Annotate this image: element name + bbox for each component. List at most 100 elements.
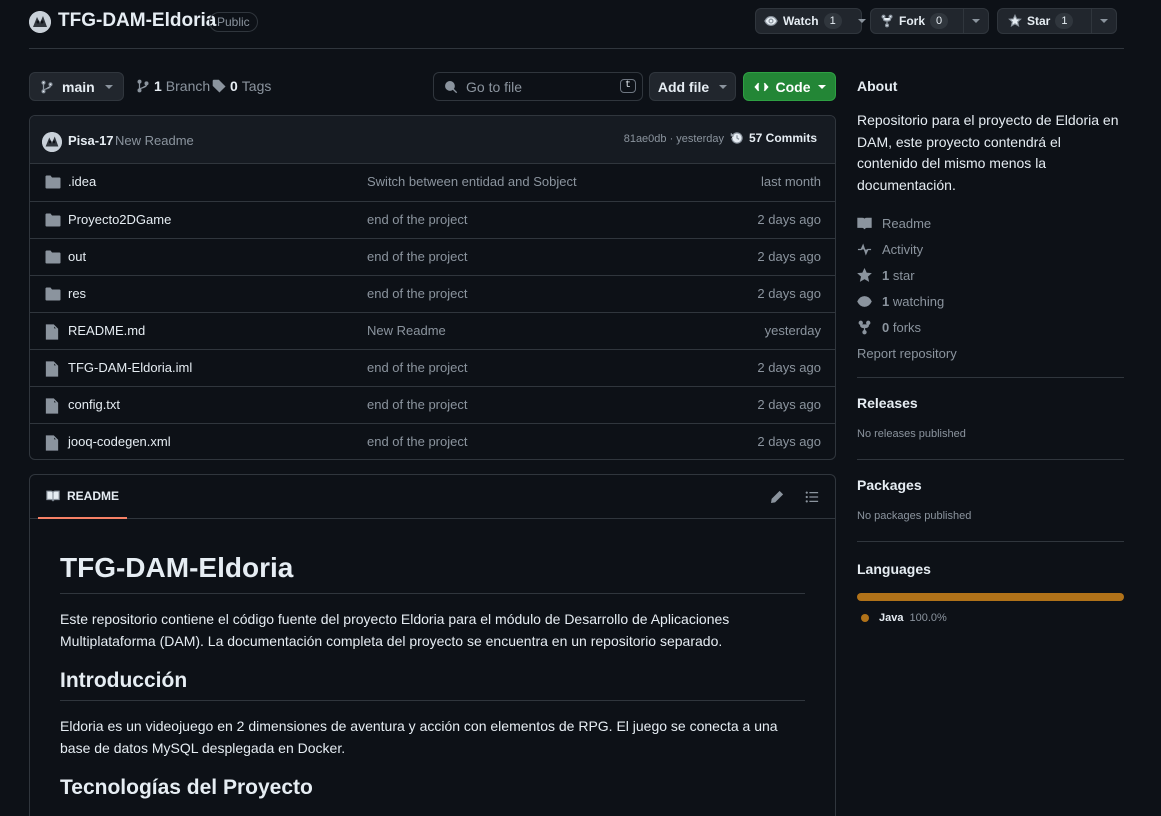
book-icon bbox=[857, 216, 872, 231]
report-repository-link[interactable]: Report repository bbox=[857, 340, 1124, 366]
file-icon bbox=[45, 361, 59, 377]
commits-link[interactable]: 57 Commits bbox=[730, 131, 817, 145]
owner-avatar[interactable] bbox=[29, 11, 51, 33]
file-name[interactable]: out bbox=[68, 249, 86, 264]
star-icon bbox=[857, 267, 872, 283]
watch-button[interactable]: Watch 1 bbox=[755, 8, 866, 34]
folder-icon bbox=[45, 250, 61, 264]
file-row[interactable]: jooq-codegen.xml end of the project 2 days… bbox=[30, 423, 835, 459]
tab-readme[interactable]: README bbox=[38, 475, 128, 519]
file-commit-message[interactable]: end of the project bbox=[367, 286, 467, 301]
file-commit-date: 2 days ago bbox=[757, 212, 821, 227]
branches-link[interactable]: 1 Branch bbox=[136, 78, 210, 94]
file-commit-date: 2 days ago bbox=[757, 360, 821, 375]
packages-heading[interactable]: Packages bbox=[857, 477, 1124, 493]
readme-title: TFG-DAM-Eldoria bbox=[60, 551, 805, 594]
author-avatar[interactable] bbox=[42, 132, 62, 152]
releases-empty-text: No releases published bbox=[857, 428, 966, 440]
chevron-down-icon bbox=[719, 84, 728, 89]
readme-link[interactable]: Readme bbox=[857, 210, 1124, 236]
file-name[interactable]: Proyecto2DGame bbox=[68, 212, 171, 227]
file-name[interactable]: README.md bbox=[68, 323, 145, 338]
activity-link[interactable]: Activity bbox=[857, 236, 1124, 262]
file-commit-message[interactable]: end of the project bbox=[367, 360, 467, 375]
releases-heading[interactable]: Releases bbox=[857, 395, 1124, 411]
readme-tab-label: README bbox=[67, 489, 120, 503]
file-commit-message[interactable]: end of the project bbox=[367, 249, 467, 264]
language-java[interactable]: Java 100.0% bbox=[857, 612, 1124, 624]
repo-sidebar: About Repositorio para el proyecto de El… bbox=[857, 78, 1124, 624]
file-name[interactable]: jooq-codegen.xml bbox=[68, 434, 171, 449]
file-name[interactable]: res bbox=[68, 286, 86, 301]
file-commit-message[interactable]: end of the project bbox=[367, 397, 467, 412]
file-commit-message[interactable]: end of the project bbox=[367, 434, 467, 449]
code-label: Code bbox=[775, 78, 811, 95]
file-name[interactable]: config.txt bbox=[68, 397, 120, 412]
file-list: .idea Switch between entidad and Sobject l… bbox=[30, 164, 835, 459]
readme-link-label: Readme bbox=[882, 215, 932, 231]
file-row[interactable]: .idea Switch between entidad and Sobject l… bbox=[30, 164, 835, 201]
stars-label: star bbox=[892, 267, 915, 283]
forks-link[interactable]: 0 forks bbox=[857, 314, 1124, 340]
file-commit-date: yesterday bbox=[764, 323, 821, 338]
commit-author[interactable]: Pisa-17 bbox=[68, 133, 114, 148]
chevron-down-icon bbox=[817, 84, 826, 89]
stars-link[interactable]: 1 star bbox=[857, 262, 1124, 288]
chevron-down-icon bbox=[1100, 19, 1108, 23]
file-commit-message[interactable]: end of the project bbox=[367, 212, 467, 227]
list-outline-icon[interactable] bbox=[805, 490, 819, 504]
watching-link[interactable]: 1 watching bbox=[857, 288, 1124, 314]
file-commit-message[interactable]: New Readme bbox=[367, 323, 446, 338]
chevron-down-icon bbox=[857, 19, 866, 23]
pulse-icon bbox=[857, 242, 872, 257]
java-color-dot bbox=[861, 614, 869, 622]
go-to-file-search[interactable]: t bbox=[433, 72, 643, 101]
file-row[interactable]: config.txt end of the project 2 days ago bbox=[30, 386, 835, 423]
folder-icon bbox=[45, 175, 61, 189]
language-name: Java bbox=[879, 612, 904, 624]
repo-name[interactable]: TFG-DAM-Eldoria bbox=[58, 10, 216, 32]
star-button[interactable]: Star 1 bbox=[997, 8, 1117, 34]
languages-section: Languages Java 100.0% bbox=[857, 541, 1124, 624]
branch-selector[interactable]: main bbox=[29, 72, 124, 101]
branch-icon bbox=[136, 79, 150, 93]
releases-section: Releases No releases published bbox=[857, 377, 1124, 459]
star-icon bbox=[1008, 14, 1022, 28]
file-row[interactable]: out end of the project 2 days ago bbox=[30, 238, 835, 275]
fork-count: 0 bbox=[930, 13, 949, 29]
fork-dropdown[interactable] bbox=[964, 9, 988, 33]
file-row[interactable]: res end of the project 2 days ago bbox=[30, 275, 835, 312]
commit-hash-time[interactable]: 81ae0db · yesterday bbox=[624, 133, 724, 145]
commits-label: 57 Commits bbox=[748, 131, 817, 145]
file-name[interactable]: TFG-DAM-Eldoria.iml bbox=[68, 360, 192, 375]
file-name[interactable]: .idea bbox=[68, 174, 96, 189]
file-row[interactable]: TFG-DAM-Eldoria.iml end of the project 2 d… bbox=[30, 349, 835, 386]
report-repository-label: Report repository bbox=[857, 345, 957, 361]
file-row[interactable]: README.md New Readme yesterday bbox=[30, 312, 835, 349]
star-label: Star bbox=[1027, 14, 1051, 28]
star-count: 1 bbox=[1055, 13, 1074, 29]
add-file-button[interactable]: Add file bbox=[649, 72, 736, 101]
add-file-label: Add file bbox=[657, 78, 710, 95]
readme-intro-paragraph: Este repositorio contiene el código fuen… bbox=[60, 611, 730, 649]
readme-heading-introduccion: Introducción bbox=[60, 668, 805, 701]
star-dropdown[interactable] bbox=[1092, 9, 1116, 33]
fork-icon bbox=[880, 14, 894, 28]
file-commit-date: 2 days ago bbox=[757, 434, 821, 449]
branch-icon bbox=[40, 80, 54, 94]
history-icon bbox=[730, 131, 744, 145]
fork-button[interactable]: Fork 0 bbox=[870, 8, 989, 34]
go-to-file-input[interactable] bbox=[466, 78, 606, 95]
file-commit-message[interactable]: Switch between entidad and Sobject bbox=[367, 174, 577, 189]
packages-empty-text: No packages published bbox=[857, 510, 972, 522]
language-percent: 100.0% bbox=[909, 612, 947, 624]
commit-message[interactable]: New Readme bbox=[115, 133, 194, 148]
readme-introduccion-paragraph: Eldoria es un videojuego en 2 dimensione… bbox=[60, 718, 778, 756]
chevron-down-icon bbox=[105, 84, 113, 89]
file-row[interactable]: Proyecto2DGame end of the project 2 days a… bbox=[30, 201, 835, 238]
code-button[interactable]: Code bbox=[743, 72, 836, 101]
pencil-icon[interactable] bbox=[770, 490, 784, 504]
repo-toolbar: main 1 Branch 0 Tags t Add file Code bbox=[29, 72, 836, 102]
packages-section: Packages No packages published bbox=[857, 459, 1124, 541]
tags-link[interactable]: 0 Tags bbox=[212, 78, 271, 94]
